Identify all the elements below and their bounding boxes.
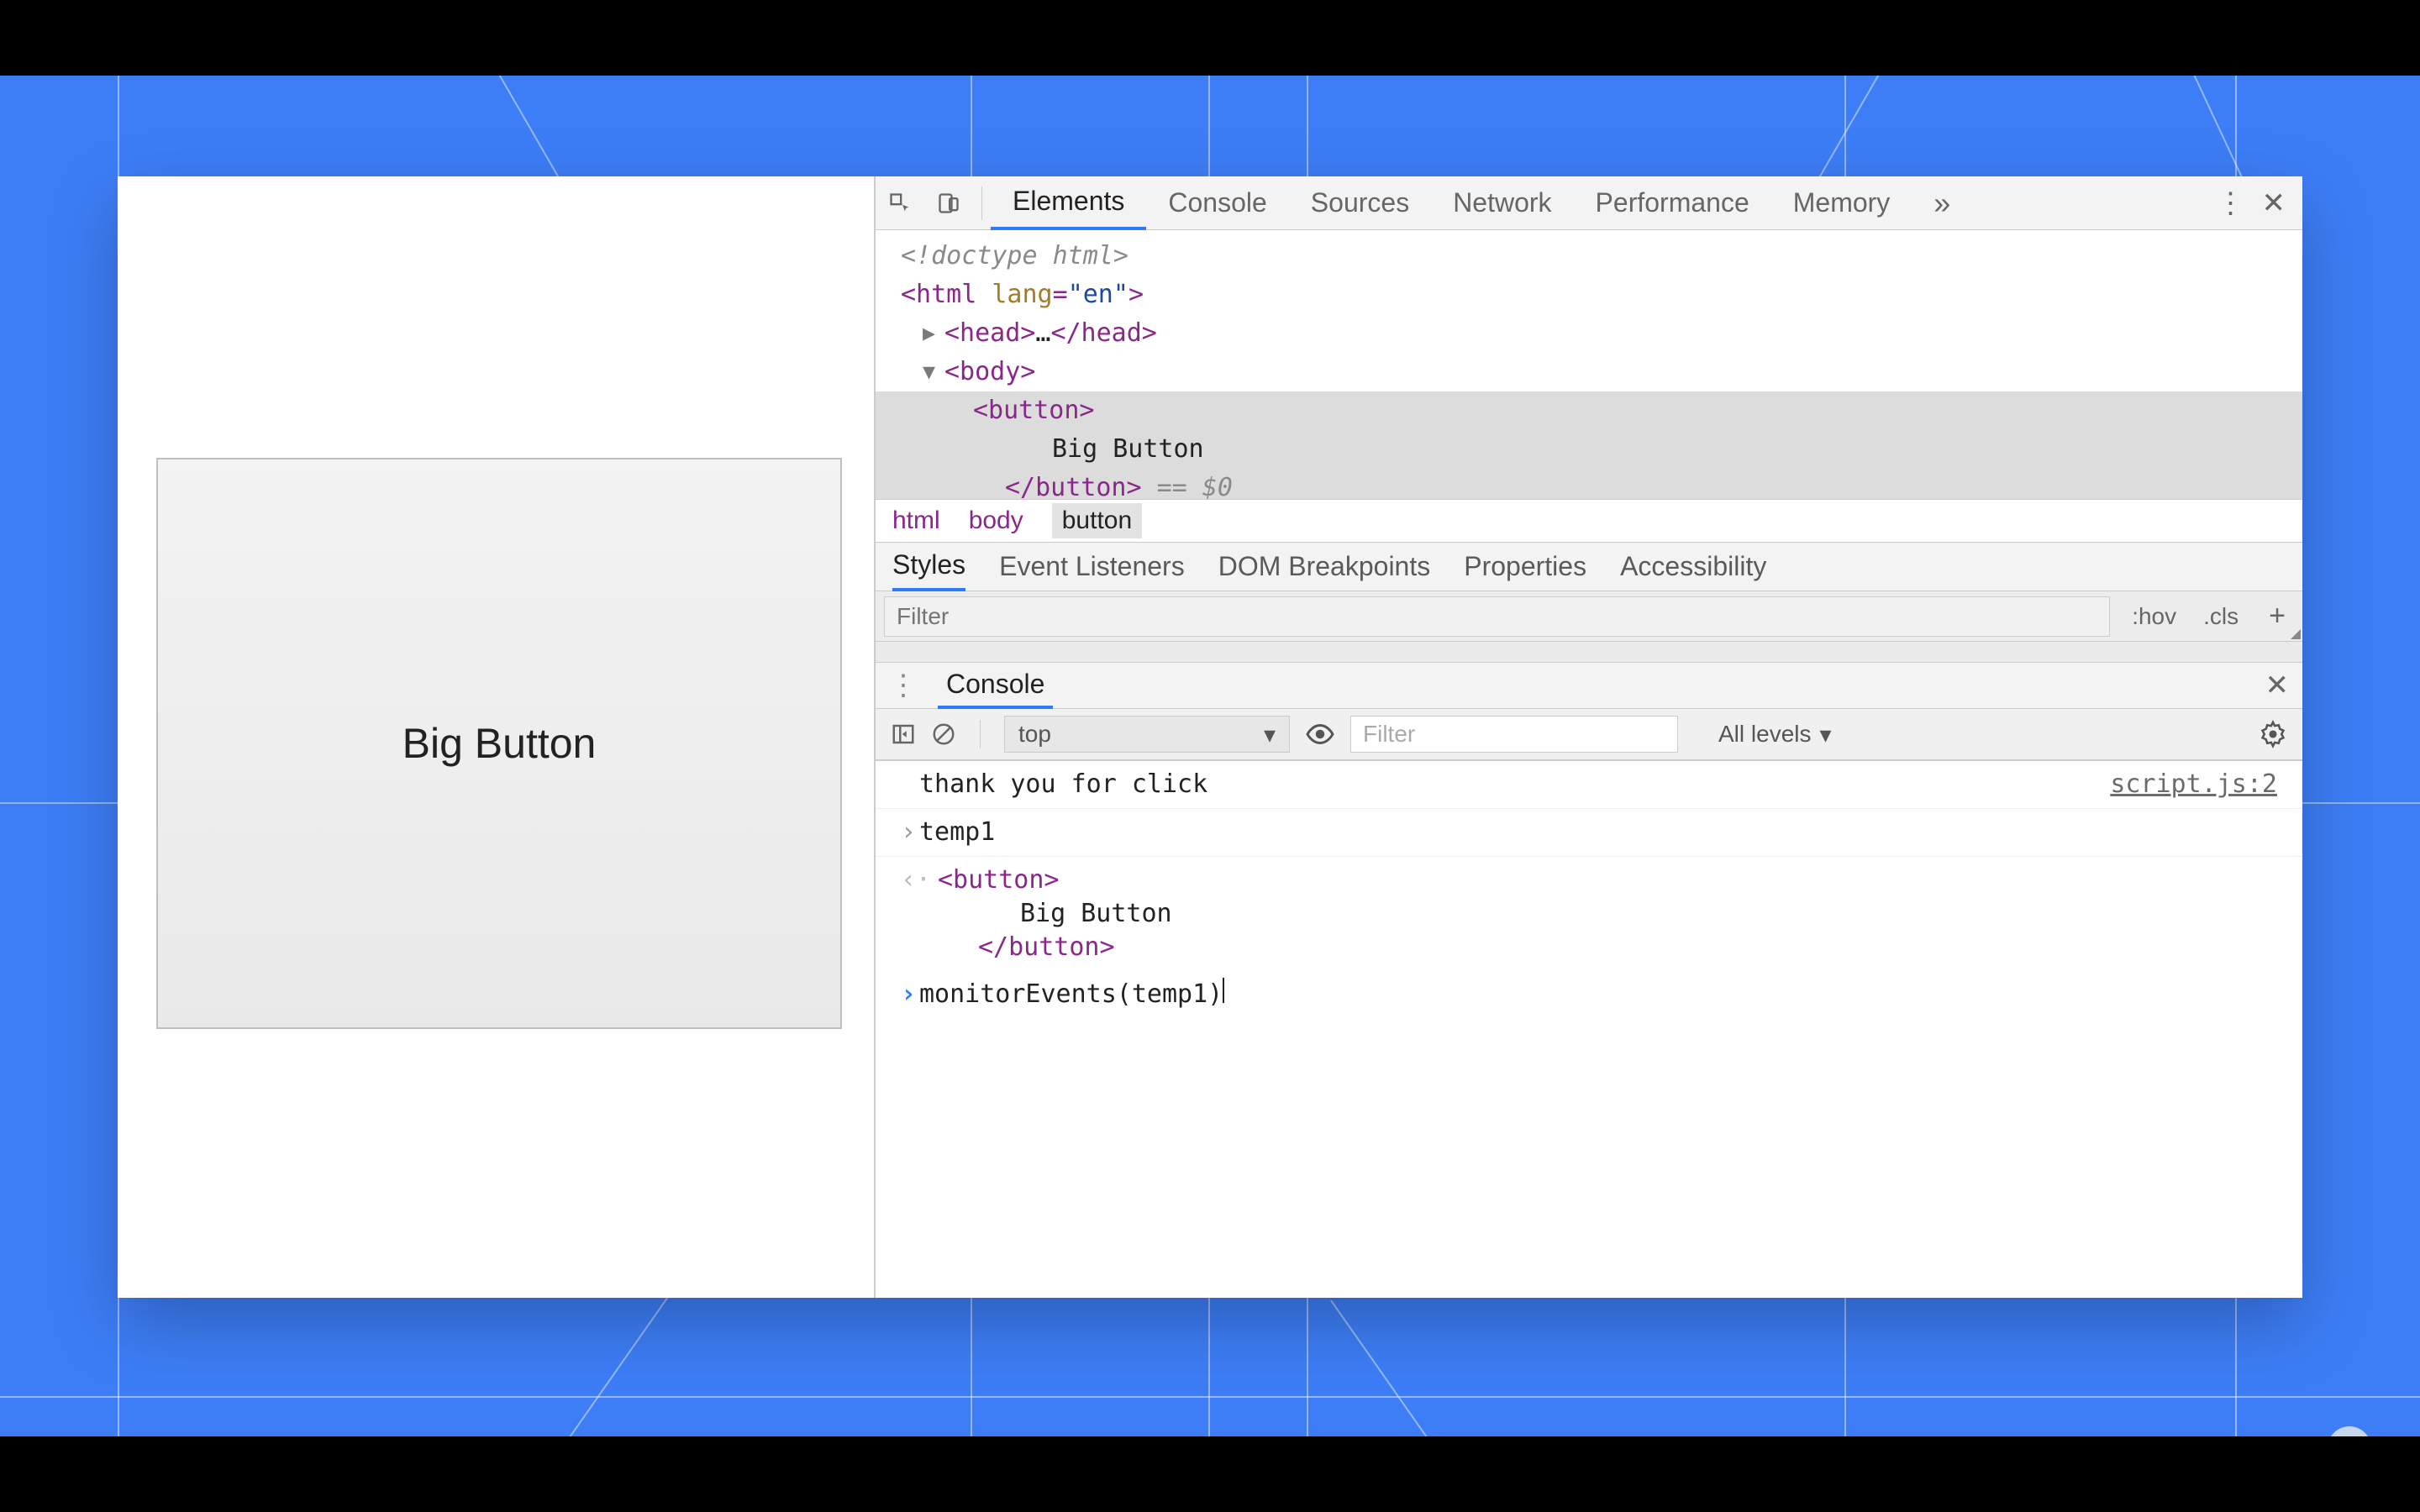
tab-elements[interactable]: Elements (991, 176, 1146, 230)
console-history-input: temp1 (919, 816, 995, 849)
subtab-properties[interactable]: Properties (1464, 543, 1586, 591)
devtools-tabstrip: Elements Console Sources Network Perform… (876, 176, 2302, 230)
prompt-caret-icon: › (901, 978, 919, 1011)
dom-line[interactable]: ▸<head>…</head> (901, 314, 2302, 353)
close-devtools-icon[interactable]: ✕ (2262, 186, 2286, 220)
context-selector-value: top (1018, 721, 1051, 748)
tab-performance[interactable]: Performance (1574, 176, 1771, 230)
letterbox-bottom (0, 1436, 2420, 1512)
console-input-row[interactable]: › temp1 (876, 809, 2302, 857)
console-settings-icon[interactable] (2259, 720, 2287, 748)
console-filter-input[interactable]: Filter (1350, 716, 1678, 753)
log-levels-selector[interactable]: All levels ▾ (1718, 721, 1832, 748)
big-button[interactable]: Big Button (156, 458, 842, 1029)
live-expression-icon[interactable] (1305, 719, 1335, 749)
tab-memory[interactable]: Memory (1771, 176, 1912, 230)
breadcrumb-item-button[interactable]: button (1052, 503, 1142, 538)
tab-sources[interactable]: Sources (1289, 176, 1431, 230)
cls-toggle[interactable]: .cls (2190, 603, 2252, 630)
inspect-element-icon[interactable] (876, 176, 924, 230)
console-sidebar-toggle-icon[interactable] (891, 722, 916, 747)
big-button-label: Big Button (402, 719, 597, 768)
console-output-row[interactable]: ‹· <button> Big Button </button> (876, 857, 2302, 971)
dom-tree[interactable]: <!doctype html> <html lang="en"> ▸<head>… (876, 230, 2302, 499)
chevron-down-icon: ▾ (1264, 721, 1276, 748)
context-selector[interactable]: top ▾ (1004, 716, 1290, 753)
dom-line[interactable]: <!doctype html> (901, 237, 2302, 276)
chevron-down-icon: ▾ (1819, 721, 1831, 748)
devtools-panel: Elements Console Sources Network Perform… (874, 176, 2302, 1298)
console-menu-icon[interactable]: ⋮ (889, 669, 918, 702)
log-levels-label: All levels (1718, 721, 1811, 748)
new-style-rule-icon[interactable]: + (2252, 600, 2302, 633)
drawer-tab-console[interactable]: Console (938, 662, 1053, 709)
drawer-splitter[interactable] (876, 642, 2302, 662)
styles-filter-input[interactable] (884, 596, 2110, 637)
tab-network[interactable]: Network (1431, 176, 1573, 230)
dom-line[interactable]: <html lang="en"> (901, 276, 2302, 314)
dom-breadcrumb: html body button (876, 499, 2302, 543)
clear-console-icon[interactable] (931, 722, 956, 747)
dom-line[interactable]: ▾<body> (901, 353, 2302, 391)
console-log-message: thank you for click (901, 768, 2110, 801)
breadcrumb-item-body[interactable]: body (969, 507, 1023, 535)
close-drawer-icon[interactable]: ✕ (2265, 669, 2290, 702)
console-current-input: monitorEvents(temp1) (919, 978, 1223, 1011)
kebab-menu-icon[interactable]: ⋮ (2217, 186, 2245, 220)
resize-handle-icon[interactable] (2291, 629, 2301, 639)
hov-toggle[interactable]: :hov (2118, 603, 2190, 630)
console-log-row[interactable]: thank you for click script.js:2 (876, 761, 2302, 809)
divider (980, 720, 981, 748)
device-mode-icon[interactable] (924, 176, 973, 230)
devtools-actions: ⋮ ✕ (2217, 186, 2303, 220)
subtab-styles[interactable]: Styles (892, 543, 965, 591)
letterbox-top (0, 0, 2420, 76)
page-preview-pane: Big Button (118, 176, 874, 1298)
console-log-source[interactable]: script.js:2 (2110, 768, 2277, 801)
dom-selected-node[interactable]: ⋯ <button> Big Button </button> == $0 (876, 391, 2302, 499)
console-drawer-header: ⋮ Console ✕ (876, 662, 2302, 709)
text-cursor (1223, 978, 1224, 1003)
output-caret-icon: ‹· (901, 864, 919, 897)
console-filter-placeholder: Filter (1363, 721, 1415, 748)
divider (981, 186, 982, 220)
app-window: Big Button Elements Console Sources Netw… (118, 176, 2302, 1298)
subtab-event-listeners[interactable]: Event Listeners (999, 543, 1185, 591)
styles-subtabs: Styles Event Listeners DOM Breakpoints P… (876, 543, 2302, 591)
tabs-overflow-icon[interactable]: » (1912, 176, 1972, 230)
console-body: thank you for click script.js:2 › temp1 … (876, 761, 2302, 1298)
console-prompt-row[interactable]: › monitorEvents(temp1) (876, 971, 2302, 1018)
tab-console[interactable]: Console (1146, 176, 1288, 230)
console-toolbar: top ▾ Filter All levels ▾ (876, 709, 2302, 761)
subtab-accessibility[interactable]: Accessibility (1620, 543, 1766, 591)
styles-filter-row: :hov .cls + (876, 591, 2302, 642)
breadcrumb-item-html[interactable]: html (892, 507, 940, 535)
input-caret-icon: › (901, 816, 919, 849)
subtab-dom-breakpoints[interactable]: DOM Breakpoints (1218, 543, 1431, 591)
